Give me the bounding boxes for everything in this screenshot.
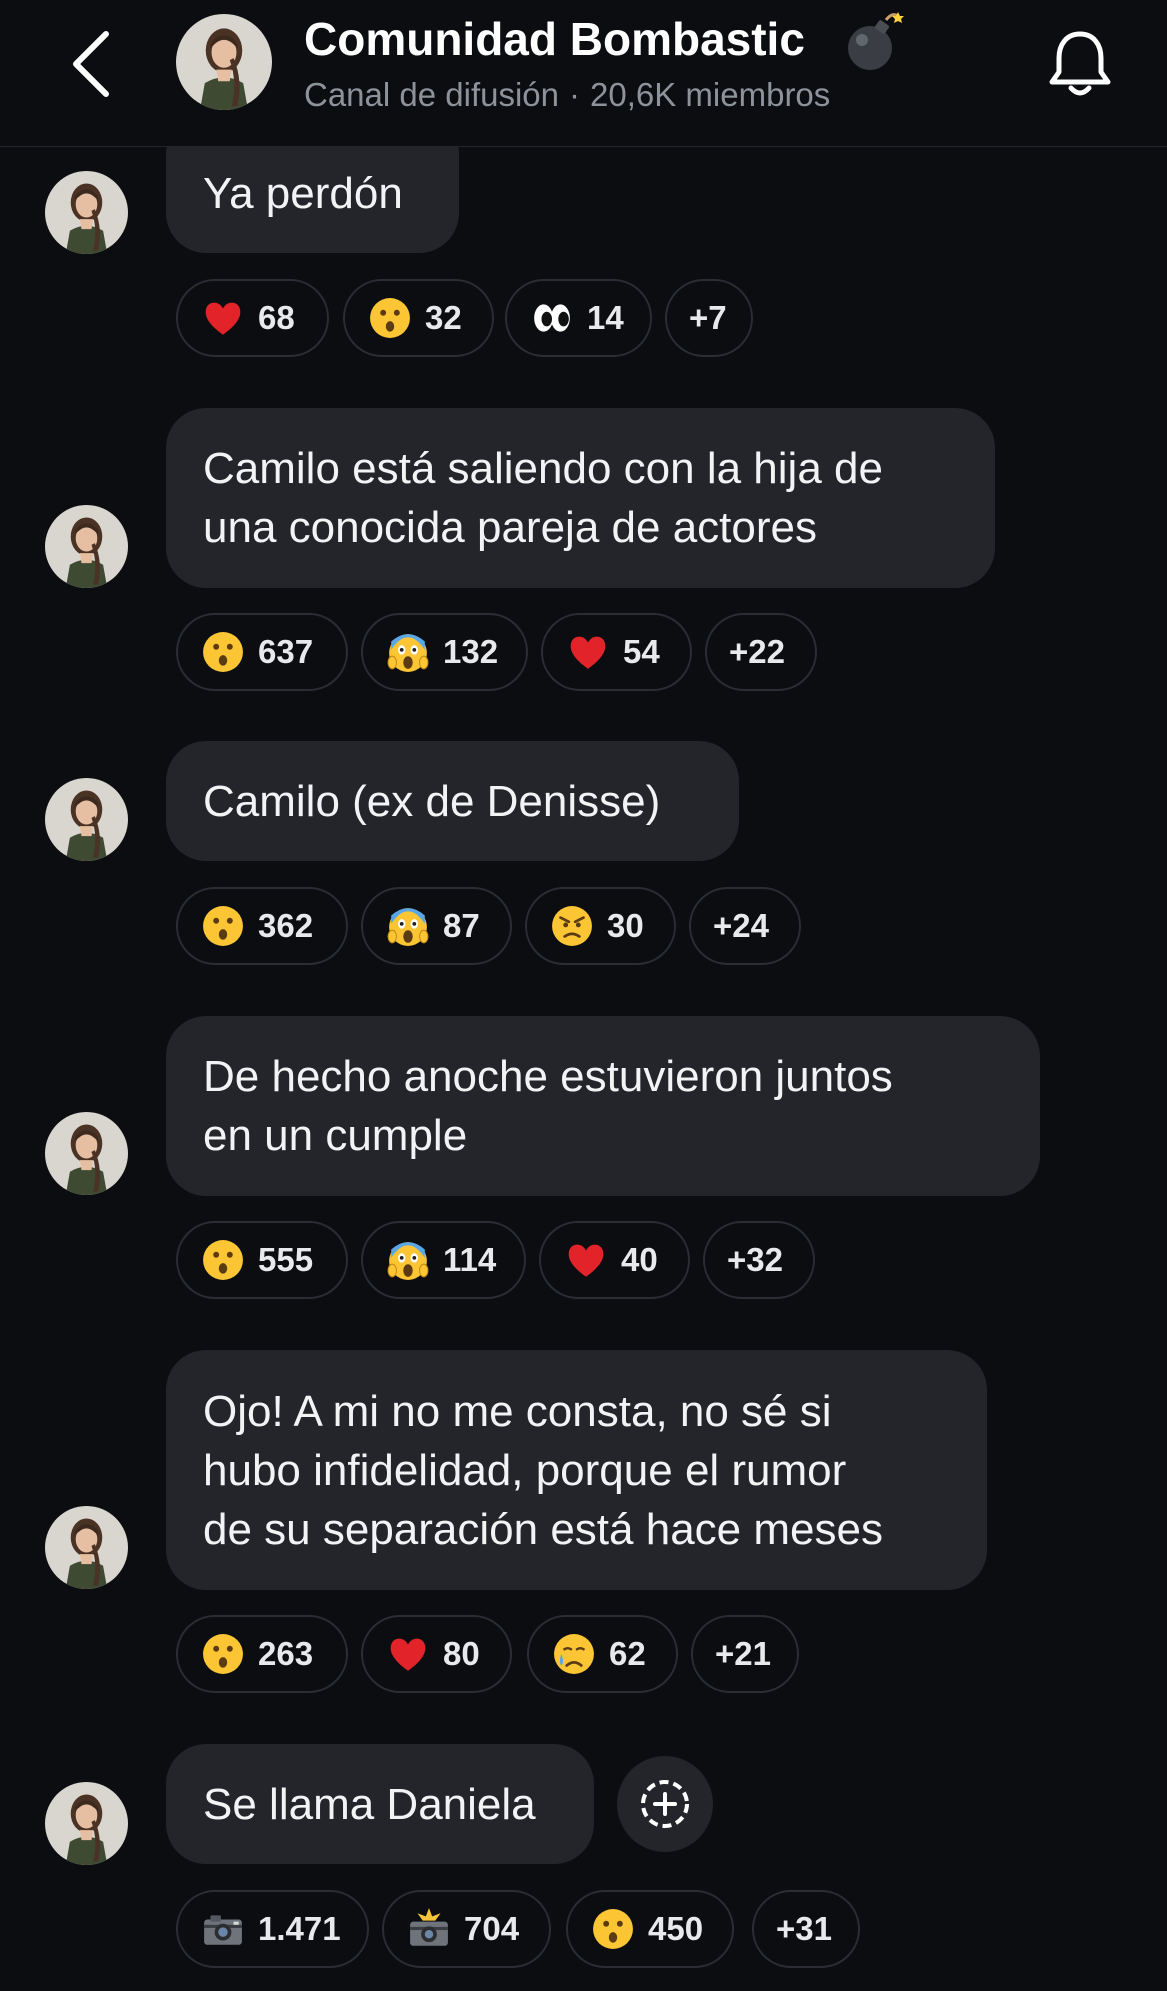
crying-face-icon [553,1633,595,1675]
message-text: Ya perdón [203,168,403,218]
message-text-line: una conocida pareja de actores [203,503,817,552]
surprised-face-icon [203,632,243,672]
screaming-face-icon [387,1241,429,1281]
message-text-line: Camilo está saliendo con la hija de [203,444,883,493]
back-chevron-icon[interactable] [62,26,122,102]
screaming-face-icon [387,907,429,947]
angry-face-icon [551,905,593,947]
sender-avatar[interactable] [45,1782,128,1865]
reaction-scream[interactable]: 114 [361,1221,526,1299]
reaction-more[interactable]: +32 [703,1221,815,1299]
sender-avatar[interactable] [45,778,128,861]
message-bubble[interactable]: Camilo (ex de Denisse) [166,741,739,861]
add-reaction-button[interactable] [617,1756,713,1852]
reaction-surprised[interactable]: 263 [176,1615,348,1693]
message-text-line: hubo infidelidad, porque el rumor [203,1445,847,1495]
surprised-face-icon [203,906,243,946]
reaction-angry[interactable]: 30 [525,887,676,965]
reaction-more[interactable]: +31 [752,1890,860,1968]
channel-avatar[interactable] [176,14,272,110]
message-bubble[interactable]: Ya perdón [166,133,459,253]
surprised-face-icon [203,1634,243,1674]
reaction-camera[interactable]: 1.471 [176,1890,369,1968]
reaction-surprised[interactable]: 450 [566,1890,734,1968]
channel-type: Canal de difusión [304,76,560,113]
reaction-eyes[interactable]: 14 [505,279,652,357]
message-text-line: De hecho anoche estuvieron juntos [203,1052,893,1101]
message-text: Camilo (ex de Denisse) [203,776,661,826]
message-bubble[interactable]: Ojo! A mi no me consta, no sé si hubo in… [166,1350,987,1590]
heart-icon [568,1244,604,1277]
reaction-camera-flash[interactable]: 704 [382,1890,551,1968]
sender-avatar[interactable] [45,1112,128,1195]
message-text-line: Ojo! A mi no me consta, no sé si [203,1386,832,1436]
reaction-more[interactable]: +7 [665,279,753,357]
message-bubble[interactable]: Se llama Daniela [166,1744,594,1864]
reaction-surprised[interactable]: 32 [343,279,494,357]
reaction-more[interactable]: +24 [689,887,801,965]
surprised-face-icon [370,298,410,338]
reaction-surprised[interactable]: 555 [176,1221,348,1299]
message-bubble[interactable]: De hecho anoche estuvieron juntos en un … [166,1016,1040,1196]
reaction-more[interactable]: +22 [705,613,817,691]
screaming-face-icon [387,633,429,673]
reaction-heart[interactable]: 68 [176,279,329,357]
reaction-heart[interactable]: 40 [539,1221,690,1299]
message-text: Se llama Daniela [203,1779,536,1829]
message-text-line: de su separación está hace meses [203,1504,883,1554]
reaction-surprised[interactable]: 362 [176,887,348,965]
sender-avatar[interactable] [45,1506,128,1589]
heart-icon [570,636,606,669]
heart-icon [390,1638,426,1671]
surprised-face-icon [203,1240,243,1280]
sender-avatar[interactable] [45,505,128,588]
sender-avatar[interactable] [45,171,128,254]
reaction-scream[interactable]: 87 [361,887,512,965]
message-bubble[interactable]: Camilo está saliendo con la hija de una … [166,408,995,588]
heart-icon [205,302,241,335]
reaction-more[interactable]: +21 [691,1615,799,1693]
bomb-icon [848,12,904,70]
camera-flash-icon [410,1908,448,1946]
reaction-heart[interactable]: 80 [361,1615,512,1693]
channel-subtitle: Canal de difusión · 20,6K miembros [304,76,830,114]
reaction-crying[interactable]: 62 [527,1615,678,1693]
reaction-surprised[interactable]: 637 [176,613,348,691]
eyes-icon [534,304,570,332]
surprised-face-icon [593,1909,633,1949]
subtitle-separator: · [569,76,581,113]
message-text-line: en un cumple [203,1111,468,1160]
reaction-heart[interactable]: 54 [541,613,692,691]
bell-icon[interactable] [1044,26,1116,102]
channel-title[interactable]: Comunidad Bombastic [304,12,805,66]
chat-header: Comunidad Bombastic Canal de difusión · 20… [0,0,1167,147]
reaction-scream[interactable]: 132 [361,613,528,691]
member-count: 20,6K miembros [590,76,831,113]
camera-icon [204,1915,242,1945]
